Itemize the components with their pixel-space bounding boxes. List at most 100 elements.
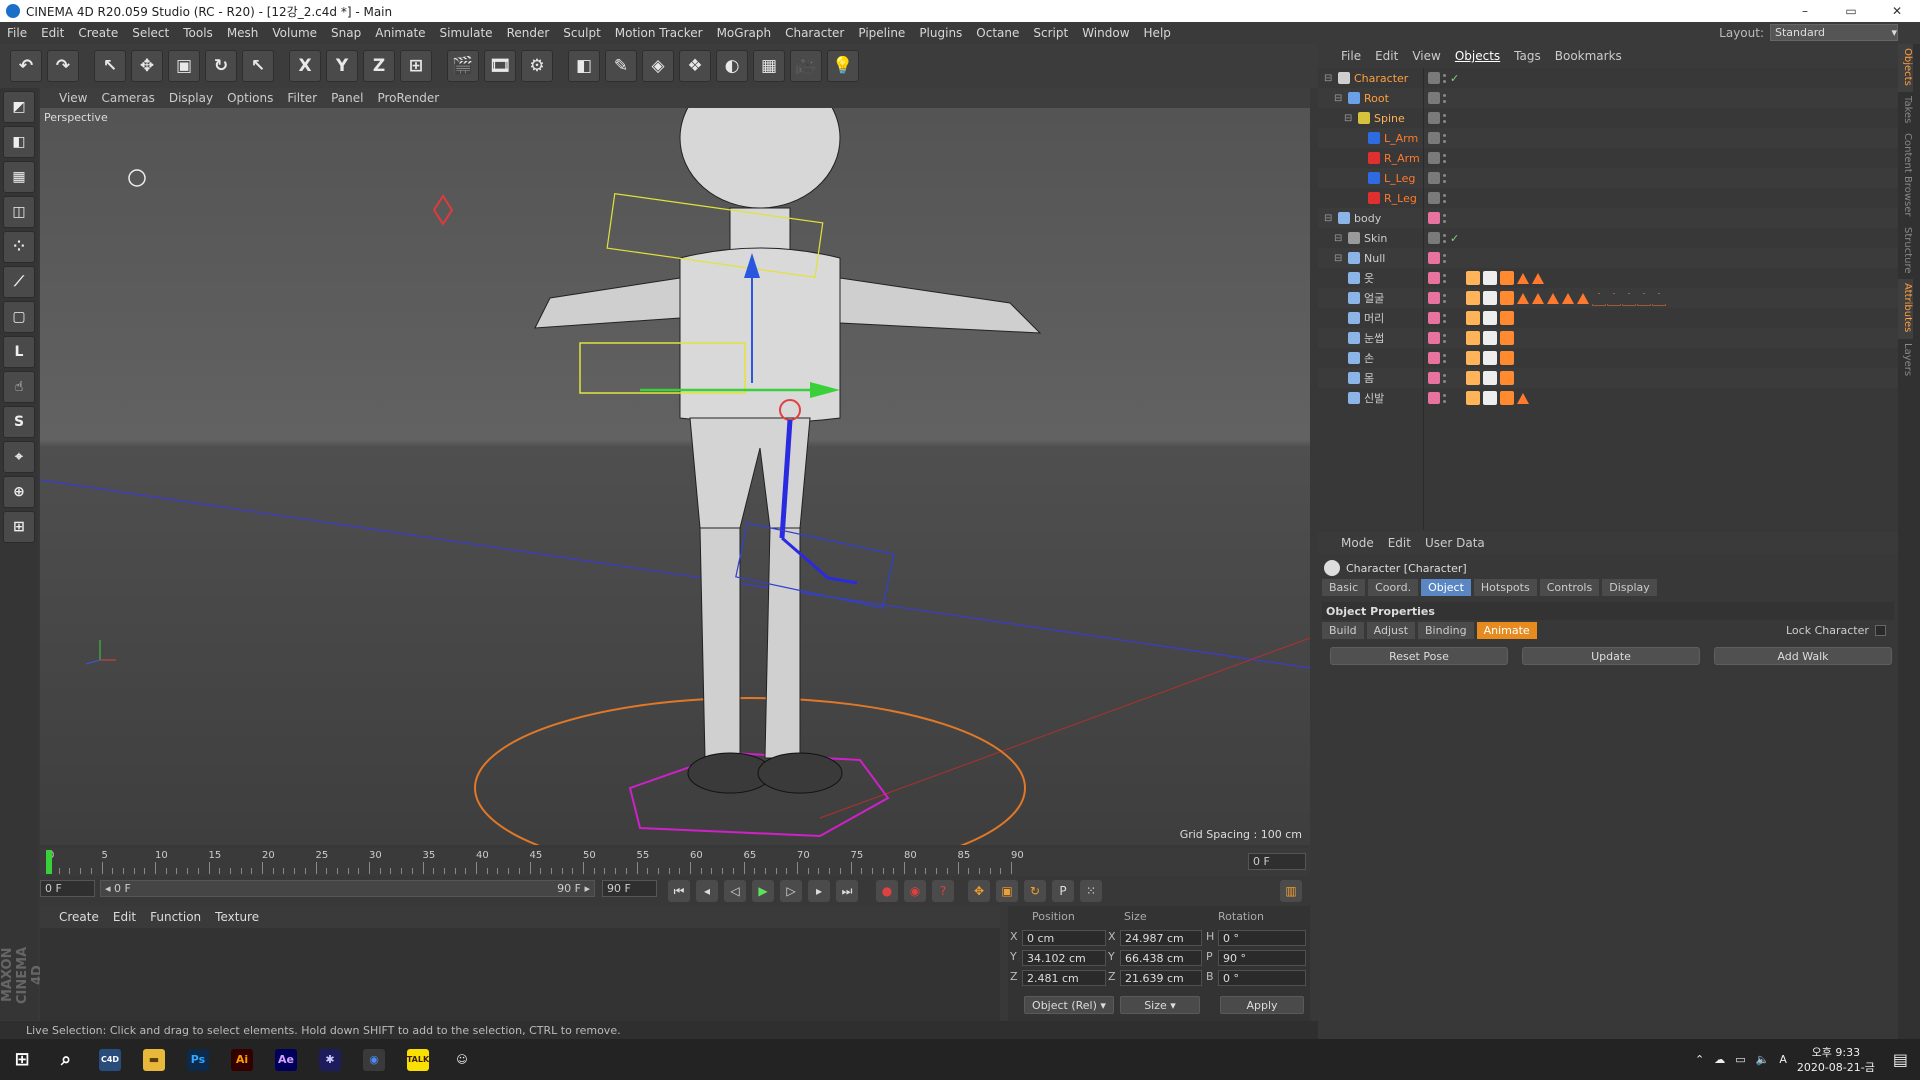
- close-button[interactable]: ✕: [1874, 0, 1920, 22]
- move-icon[interactable]: ✥: [131, 50, 163, 82]
- polygons-mode-icon[interactable]: ▢: [3, 301, 35, 333]
- rotate-icon[interactable]: ↻: [205, 50, 237, 82]
- deformer-icon[interactable]: ◐: [716, 50, 748, 82]
- locked-workplane-icon[interactable]: ⊞: [3, 511, 35, 543]
- y-axis-icon[interactable]: Y: [326, 50, 358, 82]
- tab-object[interactable]: Object: [1421, 579, 1471, 596]
- object-row[interactable]: ⊟ Skin ✓: [1318, 228, 1898, 248]
- edges-mode-icon[interactable]: ⟋: [3, 266, 35, 298]
- viewport-menu-view[interactable]: View: [52, 91, 94, 105]
- layer-color-icon[interactable]: [1428, 92, 1440, 104]
- prev-frame-icon[interactable]: ◁: [724, 880, 746, 902]
- expand-icon[interactable]: ⊟: [1324, 73, 1334, 84]
- menu-mograph[interactable]: MoGraph: [710, 26, 779, 40]
- apply-button[interactable]: Apply: [1220, 996, 1304, 1014]
- start-button[interactable]: ⊞: [0, 1039, 44, 1080]
- selection-tag-icon[interactable]: [1500, 271, 1514, 285]
- layer-color-icon[interactable]: [1428, 72, 1440, 84]
- keyframe-selection-icon[interactable]: ?: [932, 880, 954, 902]
- record-position-icon[interactable]: ✥: [968, 880, 990, 902]
- timeline-ruler[interactable]: 051015202530354045505560657075808590 0 F: [40, 848, 1310, 876]
- points-mode-icon[interactable]: ⁘: [3, 231, 35, 263]
- goto-end-icon[interactable]: ⏭: [836, 880, 858, 902]
- undo-icon[interactable]: ↶: [10, 50, 42, 82]
- goto-start-icon[interactable]: ⏮: [668, 880, 690, 902]
- menu-script[interactable]: Script: [1026, 26, 1075, 40]
- lock-character-checkbox[interactable]: [1874, 625, 1886, 636]
- object-row[interactable]: 머리: [1318, 308, 1898, 328]
- object-row[interactable]: ⊟ Character ✓: [1318, 68, 1898, 88]
- side-tab-objects[interactable]: Objects: [1898, 44, 1913, 92]
- object-row[interactable]: 옷: [1318, 268, 1898, 288]
- polygon-selection-tag-icon[interactable]: [1622, 293, 1634, 304]
- illustrator-button[interactable]: Ai: [220, 1039, 264, 1080]
- size-x-field[interactable]: 24.987 cm: [1120, 930, 1202, 946]
- kakaotalk-button[interactable]: TALK: [396, 1039, 440, 1080]
- object-menu-file[interactable]: File: [1334, 49, 1368, 63]
- material-manager[interactable]: [40, 928, 1000, 1021]
- reset-pose-button[interactable]: Reset Pose: [1330, 647, 1508, 665]
- object-row[interactable]: ⊟ Null: [1318, 248, 1898, 268]
- layer-color-icon[interactable]: [1428, 392, 1440, 404]
- object-menu-view[interactable]: View: [1405, 49, 1447, 63]
- live-selection-icon[interactable]: ↖: [94, 50, 126, 82]
- object-row[interactable]: ⊟ body: [1318, 208, 1898, 228]
- menu-snap[interactable]: Snap: [324, 26, 368, 40]
- enabled-check-icon[interactable]: ✓: [1450, 72, 1459, 85]
- selection-tag-icon[interactable]: [1500, 291, 1514, 305]
- tab-controls[interactable]: Controls: [1539, 579, 1600, 596]
- texture-tag-icon[interactable]: [1466, 331, 1480, 345]
- object-menu-bookmarks[interactable]: Bookmarks: [1548, 49, 1629, 63]
- volume-icon[interactable]: 🔈: [1756, 1053, 1770, 1066]
- menu-sculpt[interactable]: Sculpt: [556, 26, 607, 40]
- object-row[interactable]: ⊟ Spine: [1318, 108, 1898, 128]
- viewport-menu-prorender[interactable]: ProRender: [370, 91, 446, 105]
- premiere-button[interactable]: ✱: [308, 1039, 352, 1080]
- layer-color-icon[interactable]: [1428, 192, 1440, 204]
- texture-mode-icon[interactable]: ▦: [3, 161, 35, 193]
- object-row[interactable]: R_Leg: [1318, 188, 1898, 208]
- visibility-dots-icon[interactable]: [1443, 392, 1447, 404]
- menu-simulate[interactable]: Simulate: [433, 26, 500, 40]
- file-explorer-button[interactable]: ▬: [132, 1039, 176, 1080]
- polygon-selection-tag-icon[interactable]: [1577, 292, 1589, 304]
- visibility-dots-icon[interactable]: [1443, 252, 1447, 264]
- material-tag-icon[interactable]: [1483, 391, 1497, 405]
- start-frame-field[interactable]: 0 F: [40, 880, 95, 897]
- position-x-field[interactable]: 0 cm: [1022, 930, 1106, 946]
- texture-tag-icon[interactable]: [1466, 291, 1480, 305]
- record-scale-icon[interactable]: ▣: [996, 880, 1018, 902]
- model-mode-icon[interactable]: ◧: [3, 126, 35, 158]
- size-y-field[interactable]: 66.438 cm: [1120, 950, 1202, 966]
- menu-window[interactable]: Window: [1075, 26, 1136, 40]
- visibility-dots-icon[interactable]: [1443, 132, 1447, 144]
- side-tab-attributes[interactable]: Attributes: [1898, 279, 1913, 339]
- material-tag-icon[interactable]: [1483, 271, 1497, 285]
- texture-tag-icon[interactable]: [1466, 351, 1480, 365]
- end-frame-field[interactable]: 90 F: [602, 880, 657, 897]
- polygon-selection-tag-icon[interactable]: [1532, 272, 1544, 284]
- visibility-dots-icon[interactable]: [1443, 312, 1447, 324]
- clock[interactable]: 오후 9:33 2020-08-21-금: [1797, 1045, 1875, 1075]
- tab-basic[interactable]: Basic: [1322, 579, 1366, 596]
- scale-icon[interactable]: ▣: [168, 50, 200, 82]
- size-mode-dropdown[interactable]: Size ▾: [1120, 996, 1200, 1014]
- visibility-dots-icon[interactable]: [1443, 72, 1447, 84]
- play-icon[interactable]: ▶: [752, 880, 774, 902]
- visibility-dots-icon[interactable]: [1443, 92, 1447, 104]
- layer-color-icon[interactable]: [1428, 312, 1440, 324]
- solo-icon[interactable]: S: [3, 406, 35, 438]
- visibility-dots-icon[interactable]: [1443, 112, 1447, 124]
- layer-color-icon[interactable]: [1428, 352, 1440, 364]
- expand-icon[interactable]: ⊟: [1334, 233, 1344, 244]
- playhead[interactable]: [46, 850, 52, 874]
- next-frame-icon[interactable]: ▷: [780, 880, 802, 902]
- material-menu-create[interactable]: Create: [52, 910, 106, 924]
- z-axis-icon[interactable]: Z: [363, 50, 395, 82]
- cinema4d-taskbar-button[interactable]: C4D: [88, 1039, 132, 1080]
- object-row[interactable]: 신발: [1318, 388, 1898, 408]
- attribute-menu-user-data[interactable]: User Data: [1418, 536, 1492, 550]
- menu-octane[interactable]: Octane: [969, 26, 1026, 40]
- autokey-icon[interactable]: ◉: [904, 880, 926, 902]
- viewport-menu-panel[interactable]: Panel: [324, 91, 370, 105]
